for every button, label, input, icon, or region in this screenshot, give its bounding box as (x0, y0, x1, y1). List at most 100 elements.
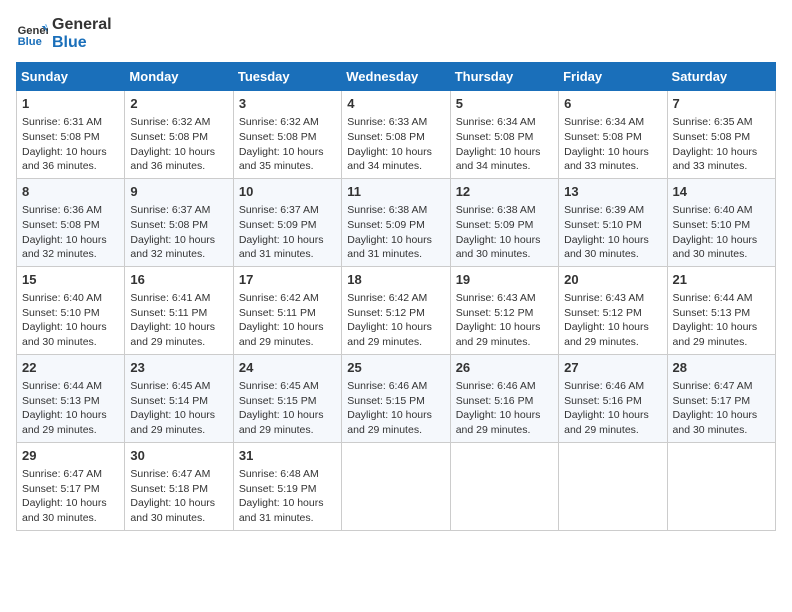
calendar-day-10: 10 Sunrise: 6:37 AM Sunset: 5:09 PM Dayli… (233, 178, 341, 266)
weekday-header-wednesday: Wednesday (342, 63, 450, 91)
calendar-day-27: 27 Sunrise: 6:46 AM Sunset: 5:16 PM Dayli… (559, 354, 667, 442)
calendar-day-4: 4 Sunrise: 6:33 AM Sunset: 5:08 PM Daylig… (342, 91, 450, 179)
day-number: 3 (239, 95, 336, 113)
day-info: Sunrise: 6:38 AM Sunset: 5:09 PM Dayligh… (347, 203, 444, 262)
calendar-day-16: 16 Sunrise: 6:41 AM Sunset: 5:11 PM Dayli… (125, 266, 233, 354)
day-number: 8 (22, 183, 119, 201)
day-number: 6 (564, 95, 661, 113)
calendar-day-5: 5 Sunrise: 6:34 AM Sunset: 5:08 PM Daylig… (450, 91, 558, 179)
day-info: Sunrise: 6:41 AM Sunset: 5:11 PM Dayligh… (130, 291, 227, 350)
day-number: 24 (239, 359, 336, 377)
day-info: Sunrise: 6:47 AM Sunset: 5:18 PM Dayligh… (130, 467, 227, 526)
day-info: Sunrise: 6:38 AM Sunset: 5:09 PM Dayligh… (456, 203, 553, 262)
day-number: 15 (22, 271, 119, 289)
day-number: 31 (239, 447, 336, 465)
day-info: Sunrise: 6:36 AM Sunset: 5:08 PM Dayligh… (22, 203, 119, 262)
calendar-day-13: 13 Sunrise: 6:39 AM Sunset: 5:10 PM Dayli… (559, 178, 667, 266)
calendar-day-6: 6 Sunrise: 6:34 AM Sunset: 5:08 PM Daylig… (559, 91, 667, 179)
day-info: Sunrise: 6:37 AM Sunset: 5:08 PM Dayligh… (130, 203, 227, 262)
calendar-day-24: 24 Sunrise: 6:45 AM Sunset: 5:15 PM Dayli… (233, 354, 341, 442)
day-info: Sunrise: 6:44 AM Sunset: 5:13 PM Dayligh… (22, 379, 119, 438)
day-info: Sunrise: 6:35 AM Sunset: 5:08 PM Dayligh… (673, 115, 770, 174)
day-number: 4 (347, 95, 444, 113)
day-info: Sunrise: 6:34 AM Sunset: 5:08 PM Dayligh… (564, 115, 661, 174)
calendar-day-2: 2 Sunrise: 6:32 AM Sunset: 5:08 PM Daylig… (125, 91, 233, 179)
calendar-day-7: 7 Sunrise: 6:35 AM Sunset: 5:08 PM Daylig… (667, 91, 775, 179)
day-info: Sunrise: 6:42 AM Sunset: 5:12 PM Dayligh… (347, 291, 444, 350)
day-number: 25 (347, 359, 444, 377)
calendar-day-25: 25 Sunrise: 6:46 AM Sunset: 5:15 PM Dayli… (342, 354, 450, 442)
day-number: 26 (456, 359, 553, 377)
empty-cell (559, 442, 667, 530)
day-info: Sunrise: 6:37 AM Sunset: 5:09 PM Dayligh… (239, 203, 336, 262)
calendar-day-23: 23 Sunrise: 6:45 AM Sunset: 5:14 PM Dayli… (125, 354, 233, 442)
calendar-day-9: 9Sunrise: 6:37 AM Sunset: 5:08 PM Daylig… (125, 178, 233, 266)
weekday-header-saturday: Saturday (667, 63, 775, 91)
day-number: 13 (564, 183, 661, 201)
day-info: Sunrise: 6:45 AM Sunset: 5:15 PM Dayligh… (239, 379, 336, 438)
day-info: Sunrise: 6:31 AM Sunset: 5:08 PM Dayligh… (22, 115, 119, 174)
day-number: 19 (456, 271, 553, 289)
day-info: Sunrise: 6:40 AM Sunset: 5:10 PM Dayligh… (22, 291, 119, 350)
calendar-day-18: 18Sunrise: 6:42 AM Sunset: 5:12 PM Dayli… (342, 266, 450, 354)
svg-text:Blue: Blue (18, 36, 42, 48)
day-number: 11 (347, 183, 444, 201)
day-number: 22 (22, 359, 119, 377)
day-info: Sunrise: 6:32 AM Sunset: 5:08 PM Dayligh… (130, 115, 227, 174)
day-info: Sunrise: 6:47 AM Sunset: 5:17 PM Dayligh… (22, 467, 119, 526)
day-info: Sunrise: 6:45 AM Sunset: 5:14 PM Dayligh… (130, 379, 227, 438)
weekday-header-friday: Friday (559, 63, 667, 91)
calendar-table: SundayMondayTuesdayWednesdayThursdayFrid… (16, 62, 776, 531)
day-number: 20 (564, 271, 661, 289)
day-number: 7 (673, 95, 770, 113)
day-number: 5 (456, 95, 553, 113)
calendar-day-30: 30 Sunrise: 6:47 AM Sunset: 5:18 PM Dayli… (125, 442, 233, 530)
calendar-day-29: 29 Sunrise: 6:47 AM Sunset: 5:17 PM Dayli… (17, 442, 125, 530)
day-info: Sunrise: 6:42 AM Sunset: 5:11 PM Dayligh… (239, 291, 336, 350)
day-number: 29 (22, 447, 119, 465)
day-number: 1 (22, 95, 119, 113)
calendar-day-20: 20Sunrise: 6:43 AM Sunset: 5:12 PM Dayli… (559, 266, 667, 354)
weekday-header-monday: Monday (125, 63, 233, 91)
day-info: Sunrise: 6:47 AM Sunset: 5:17 PM Dayligh… (673, 379, 770, 438)
day-number: 14 (673, 183, 770, 201)
day-info: Sunrise: 6:34 AM Sunset: 5:08 PM Dayligh… (456, 115, 553, 174)
calendar-day-26: 26 Sunrise: 6:46 AM Sunset: 5:16 PM Dayli… (450, 354, 558, 442)
day-number: 21 (673, 271, 770, 289)
calendar-day-31: 31 Sunrise: 6:48 AM Sunset: 5:19 PM Dayli… (233, 442, 341, 530)
day-info: Sunrise: 6:46 AM Sunset: 5:16 PM Dayligh… (456, 379, 553, 438)
day-info: Sunrise: 6:40 AM Sunset: 5:10 PM Dayligh… (673, 203, 770, 262)
day-info: Sunrise: 6:32 AM Sunset: 5:08 PM Dayligh… (239, 115, 336, 174)
day-number: 2 (130, 95, 227, 113)
day-number: 17 (239, 271, 336, 289)
empty-cell (450, 442, 558, 530)
calendar-day-19: 19Sunrise: 6:43 AM Sunset: 5:12 PM Dayli… (450, 266, 558, 354)
day-number: 30 (130, 447, 227, 465)
logo: General Blue General Blue (16, 16, 112, 52)
weekday-header-sunday: Sunday (17, 63, 125, 91)
calendar-day-22: 22 Sunrise: 6:44 AM Sunset: 5:13 PM Dayli… (17, 354, 125, 442)
day-number: 10 (239, 183, 336, 201)
calendar-day-11: 11 Sunrise: 6:38 AM Sunset: 5:09 PM Dayli… (342, 178, 450, 266)
calendar-day-12: 12 Sunrise: 6:38 AM Sunset: 5:09 PM Dayli… (450, 178, 558, 266)
day-number: 12 (456, 183, 553, 201)
day-info: Sunrise: 6:46 AM Sunset: 5:15 PM Dayligh… (347, 379, 444, 438)
day-info: Sunrise: 6:44 AM Sunset: 5:13 PM Dayligh… (673, 291, 770, 350)
empty-cell (342, 442, 450, 530)
calendar-day-14: 14 Sunrise: 6:40 AM Sunset: 5:10 PM Dayli… (667, 178, 775, 266)
day-info: Sunrise: 6:39 AM Sunset: 5:10 PM Dayligh… (564, 203, 661, 262)
day-number: 16 (130, 271, 227, 289)
weekday-header-tuesday: Tuesday (233, 63, 341, 91)
page-header: General Blue General Blue (16, 16, 776, 52)
calendar-day-15: 15 Sunrise: 6:40 AM Sunset: 5:10 PM Dayli… (17, 266, 125, 354)
weekday-header-thursday: Thursday (450, 63, 558, 91)
calendar-day-1: 1 Sunrise: 6:31 AM Sunset: 5:08 PM Daylig… (17, 91, 125, 179)
day-info: Sunrise: 6:46 AM Sunset: 5:16 PM Dayligh… (564, 379, 661, 438)
calendar-day-8: 8 Sunrise: 6:36 AM Sunset: 5:08 PM Daylig… (17, 178, 125, 266)
day-info: Sunrise: 6:48 AM Sunset: 5:19 PM Dayligh… (239, 467, 336, 526)
calendar-day-28: 28Sunrise: 6:47 AM Sunset: 5:17 PM Dayli… (667, 354, 775, 442)
day-number: 23 (130, 359, 227, 377)
day-number: 27 (564, 359, 661, 377)
empty-cell (667, 442, 775, 530)
day-info: Sunrise: 6:33 AM Sunset: 5:08 PM Dayligh… (347, 115, 444, 174)
